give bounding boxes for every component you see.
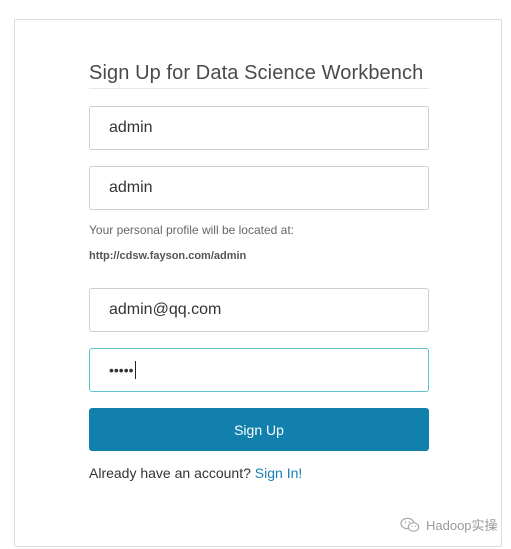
- password-field[interactable]: •••••: [89, 348, 429, 392]
- text-caret: [134, 361, 136, 379]
- password-dots: •••••: [109, 362, 134, 378]
- full-name-field[interactable]: admin: [89, 106, 429, 150]
- profile-url: http://cdsw.fayson.com/admin: [89, 250, 247, 262]
- profile-hint: Your personal profile will be located at…: [89, 223, 295, 237]
- email-field[interactable]: admin@qq.com: [89, 288, 429, 332]
- email-value: admin@qq.com: [109, 301, 222, 318]
- watermark: Hadoop实操: [400, 515, 498, 534]
- wechat-icon: [400, 517, 420, 532]
- signin-prompt: Already have an account? Sign In!: [89, 465, 302, 481]
- sign-in-link[interactable]: Sign In!: [255, 465, 302, 481]
- full-name-value: admin: [109, 119, 153, 136]
- watermark-text: Hadoop实操: [426, 518, 498, 533]
- title-divider: [89, 88, 429, 89]
- username-field[interactable]: admin: [89, 166, 429, 210]
- username-value: admin: [109, 179, 153, 196]
- page-title: Sign Up for Data Science Workbench: [89, 62, 424, 84]
- account-prompt-text: Already have an account?: [89, 465, 251, 481]
- sign-up-button[interactable]: Sign Up: [89, 408, 429, 451]
- sign-up-button-label: Sign Up: [234, 421, 284, 438]
